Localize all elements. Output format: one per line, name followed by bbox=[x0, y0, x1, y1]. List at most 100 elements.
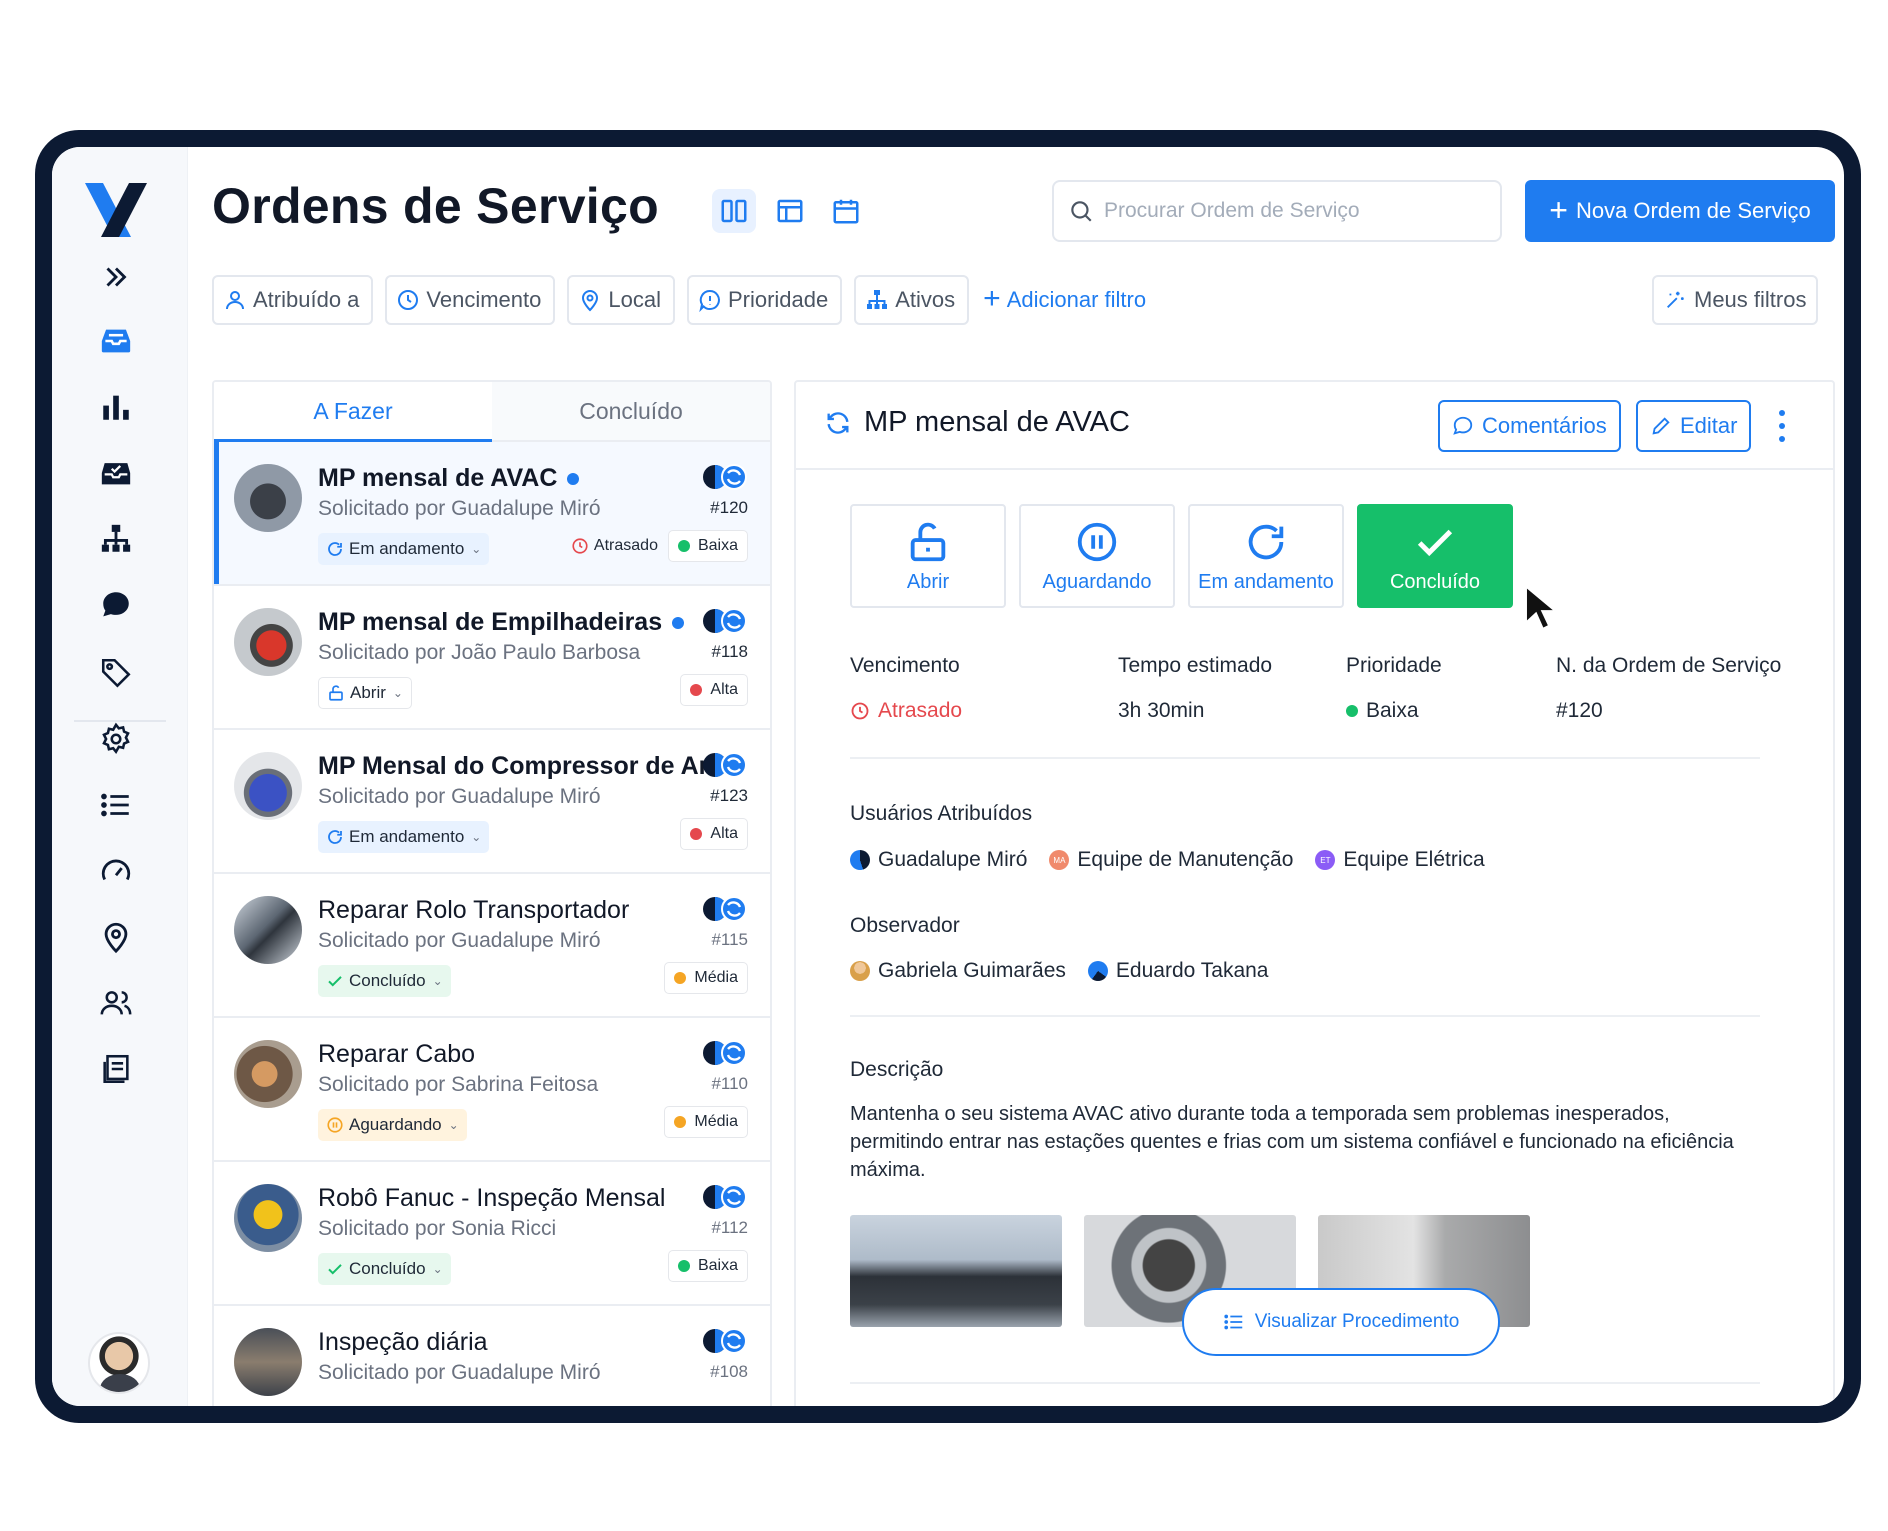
add-filter-button[interactable]: + Adicionar filtro bbox=[983, 281, 1146, 315]
check-icon bbox=[328, 1264, 342, 1275]
status-done-dropdown[interactable]: Concluído ⌄ bbox=[318, 1253, 451, 1285]
list-item[interactable]: Robô Fanuc - Inspeção Mensal Solicitado p… bbox=[214, 1162, 770, 1306]
list-item[interactable]: Reparar Rolo Transportador Solicitado por… bbox=[214, 874, 770, 1018]
assignee[interactable]: ET Equipe Elétrica bbox=[1315, 848, 1485, 872]
avatar bbox=[850, 961, 870, 981]
status-buttons: Abrir Aguardando Em andamento Concluído bbox=[850, 504, 1513, 608]
plus-icon: + bbox=[1549, 191, 1568, 228]
filter-due[interactable]: Vencimento bbox=[385, 275, 556, 325]
users-icon bbox=[100, 991, 132, 1015]
filter-assets[interactable]: Ativos bbox=[854, 275, 970, 325]
edit-button[interactable]: Editar bbox=[1636, 400, 1752, 452]
filter-priority[interactable]: Prioridade bbox=[686, 275, 843, 325]
pause-circle-icon bbox=[1077, 522, 1117, 561]
my-filters-button[interactable]: Meus filtros bbox=[1652, 275, 1819, 325]
work-order-number: #118 bbox=[711, 642, 748, 661]
badges: Atrasado Baixa bbox=[571, 530, 748, 562]
filter-bar: Atribuído a Vencimento Local Prioridade … bbox=[212, 275, 1146, 325]
avatar: ET bbox=[1315, 850, 1336, 870]
priority-dot bbox=[690, 828, 703, 840]
chevron-down-icon: ⌄ bbox=[471, 542, 482, 556]
assignee[interactable]: MA Equipe de Manutenção bbox=[1049, 848, 1293, 872]
list-item[interactable]: MP mensal de AVAC Solicitado por Guadalup… bbox=[214, 442, 770, 586]
number-label: N. da Ordem de Serviço bbox=[1556, 654, 1782, 677]
avatar bbox=[1087, 961, 1108, 981]
sidebar-item-procedures[interactable] bbox=[96, 785, 136, 825]
sidebar-item-parts[interactable] bbox=[96, 653, 136, 693]
expand-sidebar-icon[interactable] bbox=[96, 257, 136, 297]
detail-title: MP mensal de AVAC bbox=[824, 406, 1130, 439]
more-options-icon[interactable] bbox=[1774, 410, 1790, 442]
filter-assigned[interactable]: Atribuído a bbox=[212, 275, 374, 325]
list-item[interactable]: MP mensal de Empilhadeiras Solicitado por… bbox=[214, 586, 770, 730]
comments-button[interactable]: Comentários bbox=[1438, 400, 1621, 452]
tab-todo[interactable]: A Fazer bbox=[214, 382, 492, 442]
sidebar-item-teams[interactable] bbox=[96, 983, 136, 1023]
sidebar-item-vendors[interactable] bbox=[96, 1049, 136, 1089]
clock-alert-icon bbox=[851, 702, 869, 720]
assignee[interactable]: Guadalupe Miró bbox=[850, 848, 1027, 872]
attachment-image[interactable] bbox=[850, 1215, 1062, 1327]
asset-thumbnail bbox=[234, 608, 302, 676]
new-work-order-button[interactable]: + Nova Ordem de Serviço bbox=[1525, 180, 1835, 242]
sidebar-item-reports[interactable] bbox=[96, 387, 136, 427]
asset-thumbnail bbox=[234, 1040, 302, 1108]
plus-icon: + bbox=[983, 281, 1001, 315]
observer[interactable]: Gabriela Guimarães bbox=[850, 959, 1066, 983]
page-title: Ordens de Serviço bbox=[212, 178, 659, 234]
search-box[interactable] bbox=[1052, 180, 1502, 242]
list-item[interactable]: Inspeção diária Solicitado por Guadalupe … bbox=[214, 1306, 770, 1406]
user-icon bbox=[226, 291, 244, 310]
filter-location[interactable]: Local bbox=[567, 275, 675, 325]
status-in-progress-dropdown[interactable]: Em andamento ⌄ bbox=[318, 533, 490, 565]
sidebar-item-settings[interactable] bbox=[96, 719, 136, 759]
status-in-progress-button[interactable]: Em andamento bbox=[1188, 504, 1344, 608]
status-done-button[interactable]: Concluído bbox=[1357, 504, 1513, 608]
clock-icon bbox=[398, 290, 419, 310]
sidebar-item-meters[interactable] bbox=[96, 851, 136, 891]
status-waiting-dropdown[interactable]: Aguardando ⌄ bbox=[318, 1109, 467, 1141]
view-procedure-button[interactable]: Visualizar Procedimento bbox=[1182, 1288, 1500, 1356]
status-in-progress-dropdown[interactable]: Em andamento ⌄ bbox=[318, 821, 490, 853]
requested-by: Solicitado por João Paulo Barbosa bbox=[318, 641, 641, 664]
sidebar-item-messages[interactable] bbox=[96, 585, 136, 625]
asset-thumbnail bbox=[234, 896, 302, 964]
sidebar-item-assets[interactable] bbox=[96, 519, 136, 559]
app-screen: Ordens de Serviço + Nova Ordem de Serviç… bbox=[52, 147, 1844, 1406]
sidebar-item-requests[interactable] bbox=[96, 453, 136, 493]
search-input[interactable] bbox=[1104, 199, 1484, 223]
priority-badge: Média bbox=[664, 1106, 748, 1138]
status-waiting-button[interactable]: Aguardando bbox=[1019, 504, 1175, 608]
app-logo[interactable] bbox=[85, 183, 147, 237]
number-value: #120 bbox=[1556, 699, 1603, 722]
status-open-button[interactable]: Abrir bbox=[850, 504, 1006, 608]
priority-dot bbox=[677, 540, 690, 552]
work-order-number: #123 bbox=[710, 786, 748, 805]
assignees-avatars-icon bbox=[703, 608, 747, 634]
list-item[interactable]: MP Mensal do Compressor de Ar Solicitado … bbox=[214, 730, 770, 874]
status-done-dropdown[interactable]: Concluído ⌄ bbox=[318, 965, 451, 997]
calendar-view-button[interactable] bbox=[824, 189, 868, 233]
assignees-avatars-icon bbox=[703, 752, 747, 778]
search-icon bbox=[1071, 201, 1092, 222]
user-avatar[interactable] bbox=[88, 1332, 150, 1394]
status-open-dropdown[interactable]: Abrir ⌄ bbox=[318, 677, 412, 709]
split-view-button[interactable] bbox=[712, 189, 756, 233]
observer[interactable]: Eduardo Takana bbox=[1087, 959, 1269, 983]
asset-thumbnail bbox=[234, 1328, 302, 1396]
observer-label: Observador bbox=[850, 914, 960, 937]
badges: Média bbox=[664, 962, 748, 994]
chevron-down-icon: ⌄ bbox=[471, 830, 482, 844]
assignees-avatars-icon bbox=[703, 896, 747, 922]
work-order-number: #108 bbox=[710, 1362, 748, 1381]
requested-by: Solicitado por Guadalupe Miró bbox=[318, 1361, 601, 1384]
badges: Alta bbox=[680, 674, 748, 706]
table-view-button[interactable] bbox=[768, 189, 812, 233]
divider bbox=[850, 1382, 1760, 1384]
sidebar-item-locations[interactable] bbox=[96, 917, 136, 957]
unread-dot bbox=[672, 616, 685, 629]
list-item[interactable]: Reparar Cabo Solicitado por Sabrina Feito… bbox=[214, 1018, 770, 1162]
sidebar-item-work-orders[interactable] bbox=[96, 321, 136, 361]
divider bbox=[850, 1015, 1760, 1017]
tab-done[interactable]: Concluído bbox=[492, 382, 770, 440]
